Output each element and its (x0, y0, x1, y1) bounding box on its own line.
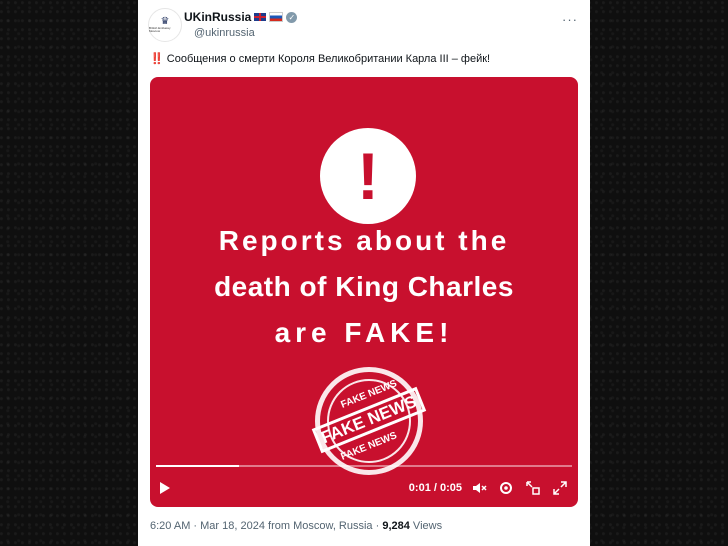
settings-icon[interactable] (497, 479, 515, 497)
double-exclamation-icon: ‼️ (150, 53, 164, 65)
mute-icon[interactable] (470, 479, 488, 497)
account-handle[interactable]: @ukinrussia (194, 27, 255, 39)
verified-icon: ✓ (286, 11, 298, 23)
tweet-meta: 6:20 AM · Mar 18, 2024 from Moscow, Russ… (150, 520, 442, 532)
avatar-text: British Embassy Moscow (149, 26, 171, 33)
views-count: 9,284 (382, 520, 410, 532)
video-controls: 0:01 / 0:05 (150, 475, 578, 501)
post-location: from Moscow, Russia (264, 520, 373, 532)
fullscreen-icon[interactable] (551, 479, 569, 497)
post-time[interactable]: 6:20 AM (150, 520, 190, 532)
russia-flag-icon (269, 12, 284, 22)
video-progress-fill (156, 465, 240, 467)
video-time: 0:01 / 0:05 (408, 482, 462, 494)
video-player[interactable]: ! Reports about the death of King Charle… (150, 77, 578, 507)
alert-icon: ! (320, 128, 416, 224)
video-progress-bar[interactable] (156, 465, 572, 467)
avatar[interactable]: ♛ British Embassy Moscow (148, 8, 182, 42)
post-date[interactable]: Mar 18, 2024 (200, 520, 265, 532)
fake-news-stamp: FAKE NEWS FAKE NEWS FAKE NEWS (311, 367, 427, 475)
tweet-header: ♛ British Embassy Moscow UKinRussia ✓ @u… (148, 8, 580, 42)
uk-flag-icon (254, 13, 267, 21)
tweet-card: ♛ British Embassy Moscow UKinRussia ✓ @u… (138, 0, 590, 546)
headline-line-1: Reports about the (218, 225, 510, 256)
play-icon[interactable] (160, 482, 170, 494)
name-row: UKinRussia ✓ (184, 10, 298, 24)
headline-line-2: death of King Charles (214, 271, 514, 302)
views-label: Views (409, 520, 443, 532)
tweet-text: ‼️ Сообщения о смерти Короля Великобрита… (150, 52, 490, 65)
account-name[interactable]: UKinRussia (184, 10, 251, 24)
headline-line-3: are FAKE! (274, 317, 454, 348)
pip-icon[interactable] (524, 479, 542, 497)
tweet-body: Сообщения о смерти Короля Великобритании… (166, 53, 491, 65)
separator: · (190, 520, 201, 532)
separator: · (372, 520, 383, 532)
more-icon[interactable]: ··· (562, 12, 578, 27)
